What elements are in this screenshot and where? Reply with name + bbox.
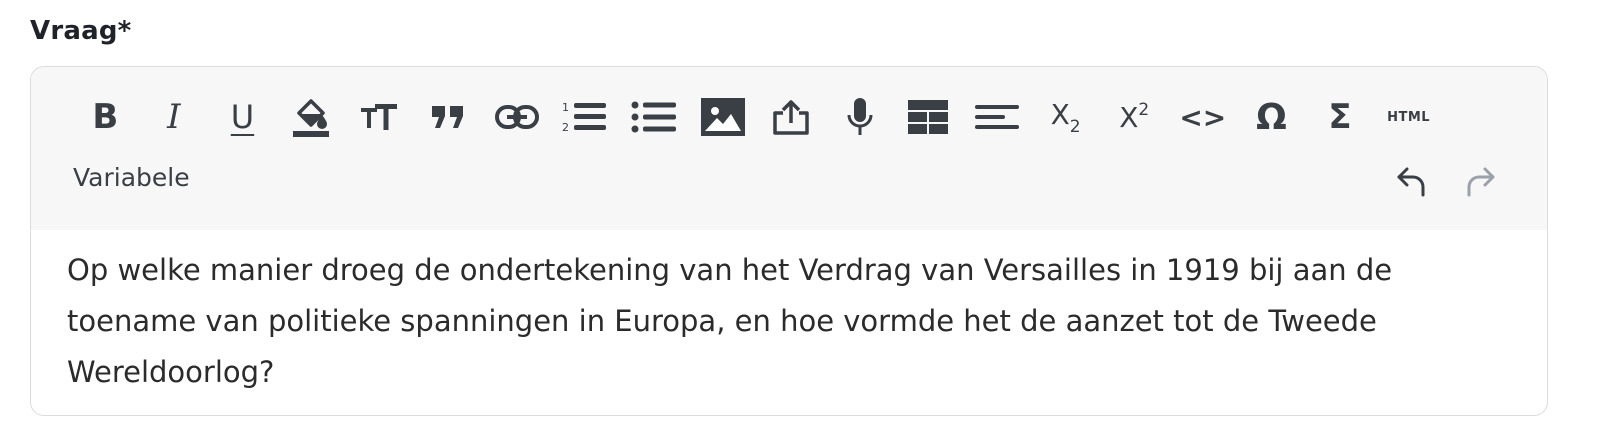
fill-color-button[interactable] <box>277 91 346 143</box>
unordered-list-button[interactable] <box>620 91 689 143</box>
redo-button[interactable] <box>1463 165 1503 201</box>
editor-toolbar: B I U 1 2 X2 X2 <> Ω Σ HTML Variabele <box>31 67 1547 230</box>
ordered-list-button[interactable]: 1 2 <box>551 91 620 143</box>
table-icon <box>908 100 949 134</box>
font-size-icon <box>360 104 397 130</box>
upload-icon <box>773 100 809 135</box>
upload-button[interactable] <box>757 91 826 143</box>
variable-button[interactable]: Variabele <box>73 163 190 192</box>
link-icon <box>494 105 539 129</box>
unordered-list-icon <box>631 101 677 133</box>
microphone-icon <box>847 98 873 135</box>
html-button[interactable]: HTML <box>1374 91 1443 143</box>
italic-button[interactable]: I <box>140 91 209 143</box>
align-icon <box>975 105 1020 129</box>
link-button[interactable] <box>483 91 552 143</box>
editor-content[interactable]: Op welke manier droeg de ondertekening v… <box>67 245 1507 398</box>
superscript-base: X <box>1119 101 1139 134</box>
special-character-button[interactable]: Ω <box>1237 91 1306 143</box>
superscript-label: X2 <box>1119 100 1149 134</box>
svg-text:1: 1 <box>562 101 569 114</box>
align-button[interactable] <box>963 91 1032 143</box>
italic-label: I <box>167 97 181 137</box>
superscript-digit: 2 <box>1138 100 1150 120</box>
image-icon <box>700 98 745 136</box>
subscript-label: X2 <box>1051 98 1081 137</box>
quote-icon <box>432 106 464 128</box>
code-button[interactable]: <> <box>1169 91 1238 143</box>
underline-button[interactable]: U <box>208 91 277 143</box>
code-icon: <> <box>1179 100 1227 134</box>
fill-color-icon <box>293 99 330 137</box>
quote-button[interactable] <box>414 91 483 143</box>
subscript-base: X <box>1050 97 1070 131</box>
microphone-button[interactable] <box>826 91 895 143</box>
bold-label: B <box>92 97 119 137</box>
subscript-button[interactable]: X2 <box>1031 91 1100 143</box>
redo-icon <box>1467 167 1495 197</box>
font-size-button[interactable] <box>345 91 414 143</box>
field-label: Vraag* <box>30 16 132 46</box>
formula-button[interactable]: Σ <box>1306 91 1375 143</box>
undo-button[interactable] <box>1395 165 1435 201</box>
sigma-icon: Σ <box>1328 97 1352 137</box>
image-button[interactable] <box>688 91 757 143</box>
underline-label: U <box>230 98 255 136</box>
subscript-digit: 2 <box>1069 116 1081 137</box>
undo-icon <box>1397 167 1425 197</box>
ordered-list-icon: 1 2 <box>562 101 607 134</box>
bold-button[interactable]: B <box>71 91 140 143</box>
toolbar-row-formatting: B I U 1 2 X2 X2 <> Ω Σ HTML <box>71 91 1443 143</box>
svg-text:2: 2 <box>562 121 569 134</box>
html-icon: HTML <box>1387 109 1431 125</box>
superscript-button[interactable]: X2 <box>1100 91 1169 143</box>
table-button[interactable] <box>894 91 963 143</box>
rich-text-editor: B I U 1 2 X2 X2 <> Ω Σ HTML Variabele Op… <box>30 66 1548 416</box>
omega-icon: Ω <box>1256 96 1287 138</box>
